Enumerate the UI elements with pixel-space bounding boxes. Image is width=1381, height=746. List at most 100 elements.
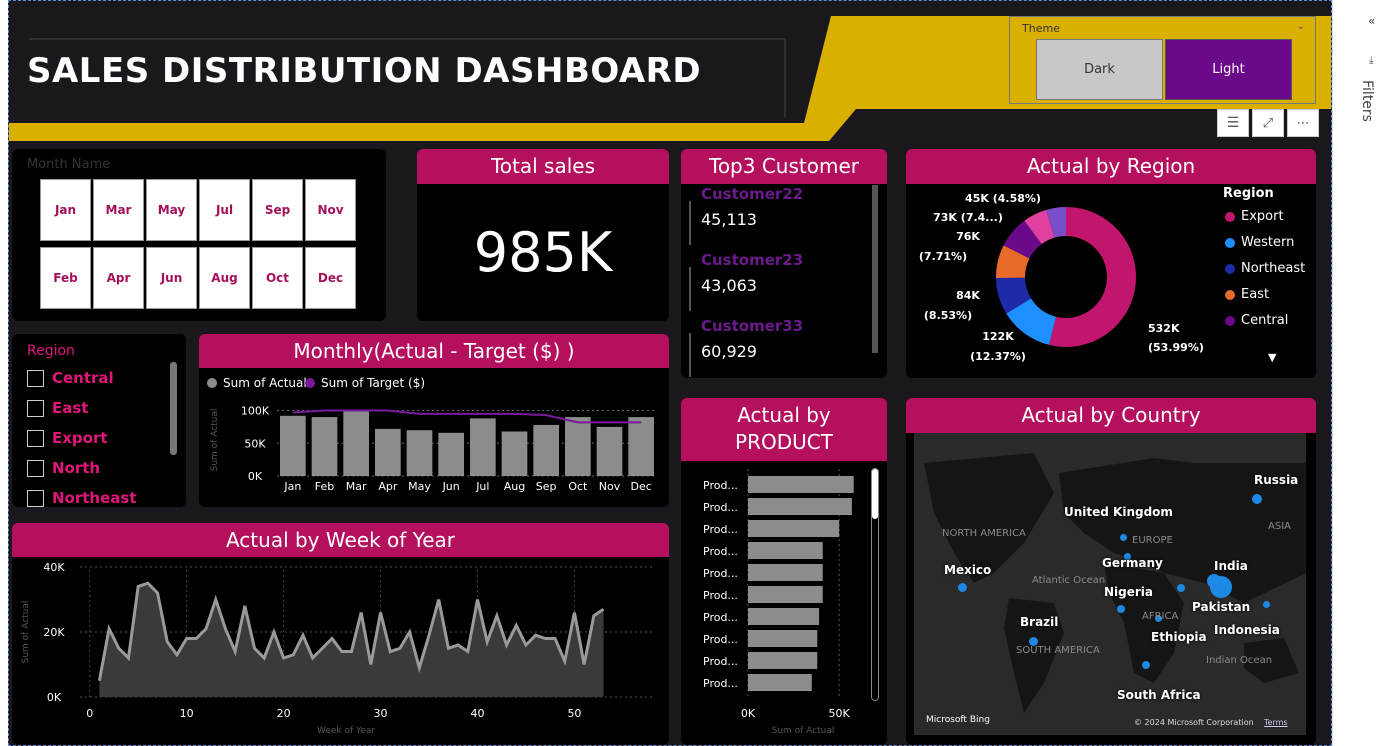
data-label: 45K (4.58%): [965, 192, 1041, 205]
theme-light-button[interactable]: Light: [1165, 39, 1292, 100]
x-tick-label: Jan: [283, 480, 301, 493]
theme-dark-button[interactable]: Dark: [1036, 39, 1163, 100]
month-button-oct[interactable]: Oct: [252, 247, 303, 309]
month-button-jun[interactable]: Jun: [146, 247, 197, 309]
monthly-chart-panel: Monthly(Actual - Target ($) ) Sum of Act…: [199, 334, 669, 507]
country-label: Germany: [1102, 556, 1163, 570]
customer-name: Customer22: [701, 185, 804, 203]
world-map[interactable]: NORTH AMERICA EUROPE ASIA Atlantic Ocean AFR…: [914, 433, 1306, 735]
map-region-label: AFRICA: [1142, 611, 1179, 622]
map-bubble[interactable]: [1119, 533, 1127, 541]
y-tick-label: Prod...: [703, 567, 738, 580]
x-tick-label: 30: [374, 707, 388, 720]
map-bubble[interactable]: [1117, 605, 1125, 613]
month-button-may[interactable]: May: [146, 179, 197, 241]
x-tick-label: Feb: [315, 480, 334, 493]
y-tick-label: 100K: [241, 405, 270, 418]
legend-target-dot: [305, 378, 315, 388]
top3-title: Top3 Customer: [681, 149, 887, 184]
month-button-sep[interactable]: Sep: [252, 179, 303, 241]
legend-item: Export: [1225, 209, 1284, 224]
month-button-jan[interactable]: Jan: [40, 179, 91, 241]
product-chart-panel: Actual by PRODUCT 0K 50K Prod... Prod... Pro…: [681, 398, 887, 745]
legend-dot: [1225, 237, 1235, 248]
data-label: 532K: [1148, 322, 1180, 335]
more-options-icon[interactable]: ⋯: [1287, 109, 1319, 137]
legend-item: Western: [1225, 235, 1294, 250]
y-tick-label: Prod...: [703, 523, 738, 536]
region-slicer: Region Central East Export North Northeast: [12, 334, 186, 507]
legend-scroll-down-icon[interactable]: ▼: [1268, 351, 1276, 364]
product-chart: 0K 50K Prod... Prod... Prod... Prod... Prod...…: [703, 469, 854, 736]
checkbox[interactable]: [27, 399, 44, 417]
product-bar: [748, 652, 818, 669]
map-bubble[interactable]: [1262, 600, 1270, 608]
country-label: United Kingdom: [1064, 505, 1173, 519]
country-label: Indonesia: [1214, 623, 1280, 637]
customer-value: 60,929: [701, 342, 757, 361]
map-region-label: ASIA: [1268, 521, 1291, 532]
region-item-export[interactable]: Export: [27, 427, 108, 449]
month-button-feb[interactable]: Feb: [40, 247, 91, 309]
legend-label: Central: [1241, 313, 1289, 328]
checkbox[interactable]: [27, 459, 44, 477]
map-bubble[interactable]: [1142, 661, 1150, 669]
legend-dot: [1225, 263, 1235, 274]
bar-actual: [596, 426, 623, 476]
month-button-dec[interactable]: Dec: [305, 247, 356, 309]
y-tick-label: 40K: [43, 561, 65, 574]
page-title: SALES DISTRIBUTION DASHBOARD: [27, 51, 702, 91]
bar-actual: [501, 431, 528, 476]
month-button-apr[interactable]: Apr: [93, 247, 144, 309]
country-label: Pakistan: [1192, 600, 1251, 614]
region-scrollbar[interactable]: [170, 362, 177, 455]
legend-actual-dot: [207, 378, 217, 388]
checkbox[interactable]: [27, 369, 44, 387]
filters-label[interactable]: Filters: [1359, 80, 1375, 122]
month-button-mar[interactable]: Mar: [93, 179, 144, 241]
map-landmass: [924, 453, 1306, 713]
region-item-central[interactable]: Central: [27, 367, 114, 389]
data-label: 84K: [956, 289, 980, 302]
visual-toolbar: ☰ ⤢ ⋯: [1217, 109, 1319, 137]
week-chart-panel: Actual by Week of Year 0K 20K 40K 0 10 20 30 40…: [12, 523, 669, 745]
month-button-nov[interactable]: Nov: [305, 179, 356, 241]
theme-slicer[interactable]: Theme ⌄ Dark Light: [1009, 16, 1316, 104]
filter-icon[interactable]: ☰: [1217, 109, 1249, 137]
product-scrollbar-thumb[interactable]: [872, 469, 878, 519]
bar-actual: [533, 424, 559, 476]
region-item-east[interactable]: East: [27, 397, 88, 419]
x-tick-label: Aug: [504, 480, 525, 493]
bar-actual: [406, 430, 433, 476]
checkbox[interactable]: [27, 429, 44, 447]
focus-mode-icon[interactable]: ⤢: [1252, 109, 1284, 137]
map-region-label: SOUTH AMERICA: [1016, 645, 1100, 656]
region-item-north[interactable]: North: [27, 457, 100, 479]
month-button-jul[interactable]: Jul: [199, 179, 250, 241]
country-label: India: [1214, 559, 1248, 573]
y-tick-label: Prod...: [703, 589, 738, 602]
checkbox[interactable]: [27, 489, 44, 507]
legend-target: Sum of Target ($): [305, 376, 425, 390]
chevron-down-icon[interactable]: ⌄: [1297, 21, 1305, 32]
customer-value: 43,063: [701, 276, 757, 295]
terms-link[interactable]: Terms: [1264, 718, 1288, 727]
y-tick-label: Prod...: [703, 479, 738, 492]
map-bubble[interactable]: [1207, 574, 1221, 588]
map-bubble[interactable]: [1177, 584, 1185, 592]
x-tick-label: 0K: [741, 707, 756, 720]
legend-item: East: [1225, 287, 1269, 302]
scrollbar[interactable]: [872, 185, 878, 353]
product-bar: [748, 608, 820, 625]
map-bubble[interactable]: [957, 582, 967, 592]
month-button-aug[interactable]: Aug: [199, 247, 250, 309]
month-slicer-label: Month Name: [27, 157, 111, 172]
collapse-icon[interactable]: «: [1368, 14, 1375, 28]
bing-logo: Microsoft Bing: [926, 715, 990, 725]
product-scrollbar[interactable]: [871, 468, 879, 701]
map-bubble[interactable]: [1252, 494, 1262, 504]
y-tick-label: Prod...: [703, 655, 738, 668]
country-map-panel: Actual by Country NORTH AMERICA EUROPE ASI…: [906, 398, 1316, 745]
region-item-northeast[interactable]: Northeast: [27, 487, 137, 507]
map-region-label: Atlantic Ocean: [1032, 575, 1106, 586]
